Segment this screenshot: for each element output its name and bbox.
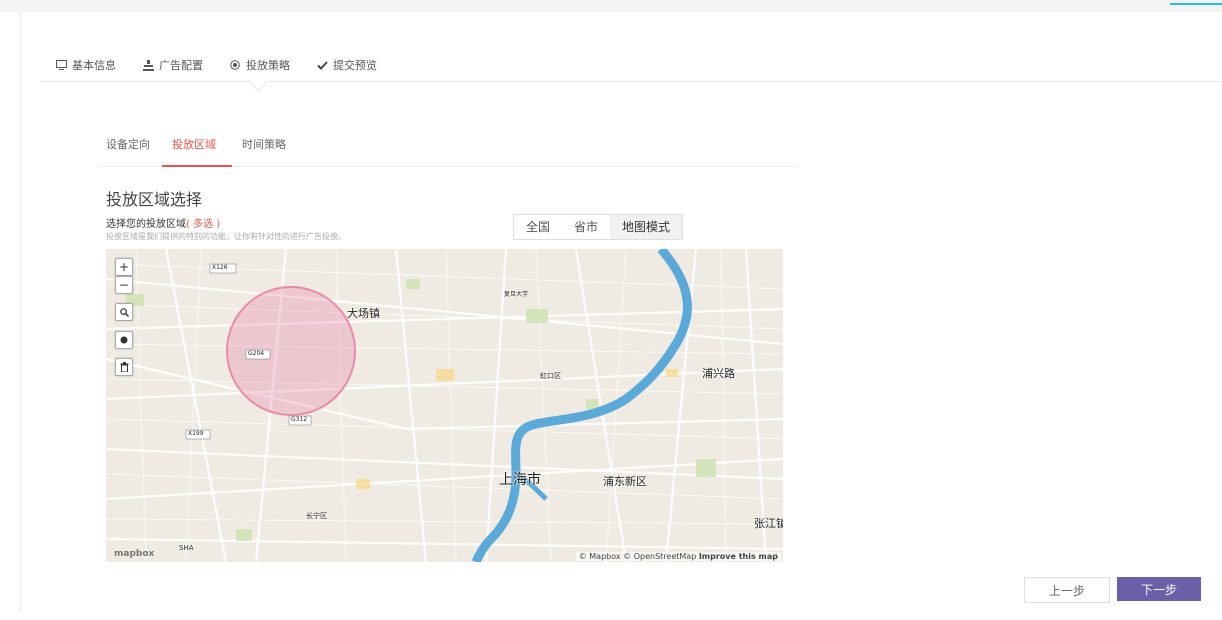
road-label: G312 — [291, 416, 308, 423]
active-step-caret — [249, 73, 268, 92]
map-search-button[interactable] — [115, 303, 133, 321]
mode-map[interactable]: 地图模式 — [610, 215, 683, 239]
mapbox-logo: mapbox — [114, 549, 155, 559]
active-tab-indicator — [162, 165, 232, 167]
step-nav-divider — [40, 81, 1222, 82]
place-label-fudan: 复旦大学 — [504, 291, 529, 298]
road-label: X126 — [212, 264, 228, 271]
check-icon — [316, 59, 328, 71]
region-mode-switch: 全国 省市 地图模式 — [513, 214, 684, 240]
zoom-in-button[interactable]: + — [115, 258, 133, 276]
prev-step-button[interactable]: 上一步 — [1024, 577, 1110, 603]
left-divider — [20, 12, 21, 612]
tab-delivery-region[interactable]: 投放区域 — [172, 136, 242, 166]
step-label: 投放策略 — [246, 59, 290, 72]
road-label: G204 — [248, 350, 265, 357]
search-icon — [119, 307, 129, 317]
zoom-out-button[interactable]: − — [115, 276, 133, 294]
attribution-text: © Mapbox © OpenStreetMap — [578, 552, 699, 561]
road-label: X199 — [188, 430, 204, 437]
place-label-puxing: 浦兴路 — [702, 367, 735, 380]
region-map[interactable]: X126 G204 G312 X199 大场镇 复旦大学 虹口区 浦兴路 上海市… — [106, 249, 783, 562]
step-strategy[interactable]: 投放策略 — [229, 57, 290, 73]
place-label-pudong: 浦东新区 — [603, 475, 647, 488]
monitor-icon — [55, 59, 67, 71]
step-preview[interactable]: 提交预览 — [316, 57, 377, 73]
strategy-subtabs: 设备定向 投放区域 时间策略 — [106, 136, 312, 166]
step-nav: 基本信息 广告配置 投放策略 提交预览 — [55, 55, 403, 75]
stamp-icon — [142, 59, 154, 71]
place-label-sha: SHA — [179, 544, 194, 552]
place-label-shanghai: 上海市 — [499, 472, 541, 488]
minus-icon: − — [118, 278, 130, 292]
region-select-label: 选择您的投放区域( 多选 ) — [106, 215, 220, 230]
place-label-dachang: 大场镇 — [347, 307, 380, 320]
circle-icon — [120, 336, 128, 344]
improve-map-link[interactable]: Improve this map — [699, 552, 778, 561]
step-basic-info[interactable]: 基本信息 — [55, 57, 116, 73]
map-attribution: © Mapbox © OpenStreetMap Improve this ma… — [575, 552, 781, 561]
step-label: 基本信息 — [72, 59, 116, 72]
region-select-text: 选择您的投放区域 — [106, 219, 186, 230]
trash-icon — [120, 362, 128, 372]
draw-circle-button[interactable] — [115, 331, 133, 349]
delete-shape-button[interactable] — [115, 358, 133, 376]
place-label-hongkou: 虹口区 — [540, 372, 561, 380]
region-select-hint: 投放区域是我们提供的特别的功能，让你有针对性的进行广告投放。 — [106, 232, 346, 241]
tab-device-targeting[interactable]: 设备定向 — [106, 136, 172, 166]
target-icon — [229, 59, 241, 71]
top-strip — [0, 0, 1222, 12]
plus-icon: + — [118, 260, 130, 274]
place-label-zhangjiang: 张江镇 — [754, 517, 783, 530]
step-label: 提交预览 — [333, 59, 377, 72]
step-label: 广告配置 — [159, 59, 203, 72]
place-label-changning: 长宁区 — [306, 512, 327, 520]
section-title: 投放区域选择 — [106, 190, 203, 209]
step-ad-config[interactable]: 广告配置 — [142, 57, 203, 73]
tab-time-strategy[interactable]: 时间策略 — [242, 136, 312, 166]
top-accent — [1170, 0, 1222, 5]
mode-nationwide[interactable]: 全国 — [514, 215, 562, 239]
mode-province-city[interactable]: 省市 — [562, 215, 610, 239]
multi-select-note: ( 多选 ) — [186, 219, 221, 230]
map-base-layer — [106, 249, 783, 562]
next-step-button[interactable]: 下一步 — [1117, 577, 1201, 601]
